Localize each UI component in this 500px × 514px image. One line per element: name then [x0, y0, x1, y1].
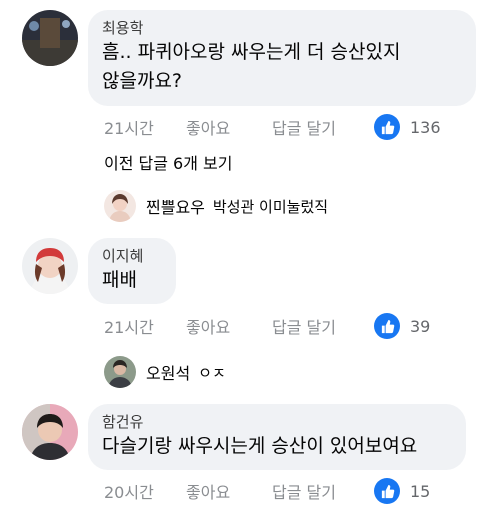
comment-actions: 21시간 좋아요 답글 달기 136 [104, 114, 444, 140]
reaction-summary[interactable]: 15 [374, 478, 430, 504]
reply-snippet: ㅇㅈ [198, 363, 226, 382]
comment-bubble[interactable]: 함건유 다슬기랑 싸우시는게 승산이 있어보여요 [88, 404, 466, 470]
reply-button[interactable]: 답글 달기 [272, 479, 372, 503]
thumbs-up-icon [374, 114, 400, 140]
reaction-count: 15 [410, 481, 431, 501]
like-button[interactable]: 좋아요 [186, 479, 272, 503]
comment-author[interactable]: 이지혜 [102, 246, 162, 266]
reaction-summary[interactable]: 136 [374, 114, 441, 140]
avatar[interactable] [104, 356, 136, 388]
avatar[interactable] [22, 238, 78, 294]
reaction-count: 136 [410, 117, 441, 137]
comment-actions: 20시간 좋아요 답글 달기 15 [104, 478, 444, 504]
reply-author[interactable]: 찐쁠요우 [146, 194, 205, 218]
reply-preview[interactable]: 찐쁠요우 박성관 이미눌렀직 [104, 190, 328, 222]
comment-time: 21시간 [104, 318, 154, 337]
comment-actions: 21시간 좋아요 답글 달기 39 [104, 313, 444, 339]
comment-bubble[interactable]: 최용학 흠.. 파퀴아오랑 싸우는게 더 승산있지 않을까요? [88, 10, 476, 106]
comment-time: 21시간 [104, 119, 154, 138]
comment-text: 않을까요? [102, 70, 183, 92]
reply-snippet: 박성관 이미눌렀직 [212, 197, 329, 216]
comment-text: 다슬기랑 싸우시는게 승산이 있어보여요 [102, 435, 418, 457]
like-button[interactable]: 좋아요 [186, 314, 272, 338]
comment-author[interactable]: 최용학 [102, 18, 462, 38]
view-previous-replies-link[interactable]: 이전 답글 6개 보기 [104, 150, 232, 174]
comment-author[interactable]: 함건유 [102, 412, 452, 432]
thumbs-up-icon [374, 313, 400, 339]
comment-bubble[interactable]: 이지혜 패배 [88, 238, 176, 304]
comment-text: 패배 [102, 269, 137, 291]
comment-text: 흠.. 파퀴아오랑 싸우는게 더 승산있지 [102, 41, 401, 63]
avatar[interactable] [22, 10, 78, 66]
reaction-summary[interactable]: 39 [374, 313, 430, 339]
reply-preview[interactable]: 오원석 ㅇㅈ [104, 356, 226, 388]
reply-author[interactable]: 오원석 [146, 360, 190, 384]
comment-time: 20시간 [104, 483, 154, 502]
thumbs-up-icon [374, 478, 400, 504]
like-button[interactable]: 좋아요 [186, 115, 272, 139]
avatar[interactable] [104, 190, 136, 222]
reaction-count: 39 [410, 316, 431, 336]
reply-button[interactable]: 답글 달기 [272, 115, 372, 139]
reply-button[interactable]: 답글 달기 [272, 314, 372, 338]
avatar[interactable] [22, 404, 78, 460]
